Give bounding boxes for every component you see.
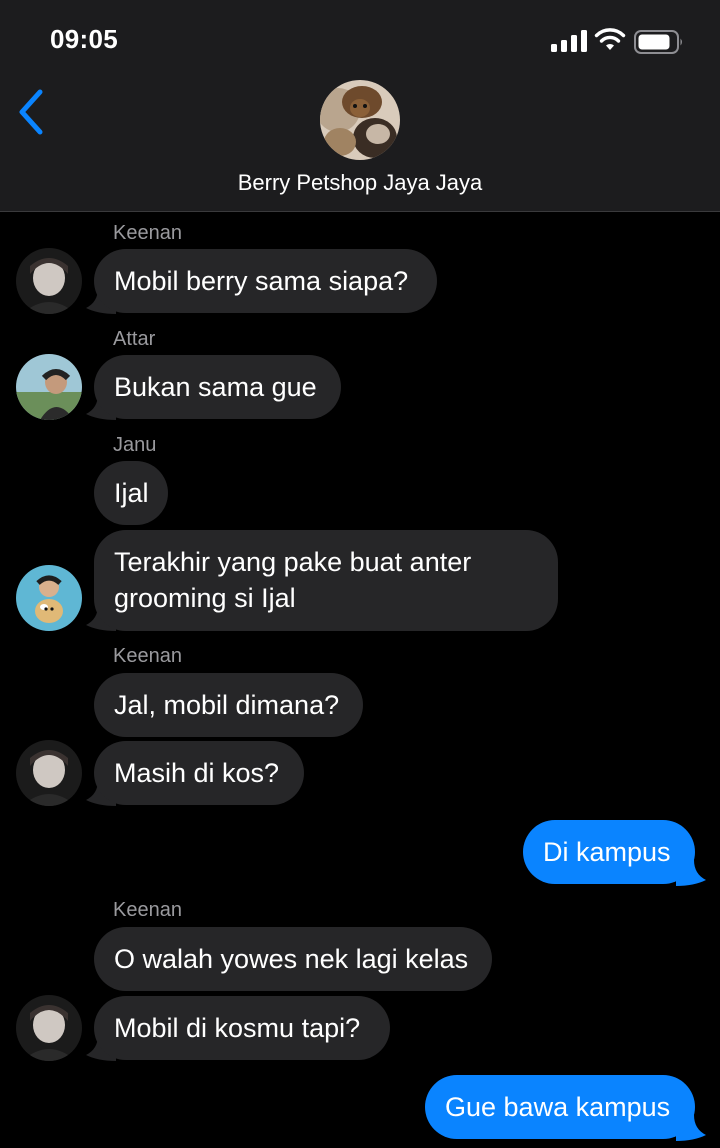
sender-name: Keenan <box>113 222 182 244</box>
message-bubble[interactable]: Jal, mobil dimana? <box>94 673 363 737</box>
sender-name: Keenan <box>113 899 182 921</box>
battery-icon <box>634 30 682 54</box>
cellular-signal-icon <box>551 30 587 52</box>
message-bubble[interactable]: Mobil berry sama siapa? <box>94 249 437 313</box>
message-bubble[interactable]: O walah yowes nek lagi kelas <box>94 927 492 991</box>
message-bubble-outgoing[interactable]: Di kampus <box>523 820 695 884</box>
message-bubble[interactable]: Ijal <box>94 461 168 525</box>
chevron-left-icon[interactable] <box>14 88 46 136</box>
chat-header: 09:05 Berry Petshop Jaya Jaya <box>0 0 720 212</box>
status-time: 09:05 <box>50 24 118 54</box>
sender-name: Attar <box>113 328 156 350</box>
message-bubble[interactable]: Bukan sama gue <box>94 355 341 419</box>
message-bubble[interactable]: Terakhir yang pake buat anter grooming s… <box>94 530 558 631</box>
sender-name: Keenan <box>113 645 182 667</box>
message-bubble[interactable]: Masih di kos? <box>94 741 304 805</box>
sender-name: Janu <box>113 434 157 456</box>
avatar[interactable] <box>16 354 82 420</box>
avatar[interactable] <box>16 565 82 631</box>
message-bubble[interactable]: Mobil di kosmu tapi? <box>94 996 390 1060</box>
group-avatar[interactable] <box>320 80 400 160</box>
avatar[interactable] <box>16 248 82 314</box>
group-name[interactable]: Berry Petshop Jaya Jaya <box>0 170 720 196</box>
wifi-icon <box>594 28 626 50</box>
avatar[interactable] <box>16 995 82 1061</box>
message-bubble-outgoing[interactable]: Gue bawa kampus <box>425 1075 695 1139</box>
avatar[interactable] <box>16 740 82 806</box>
